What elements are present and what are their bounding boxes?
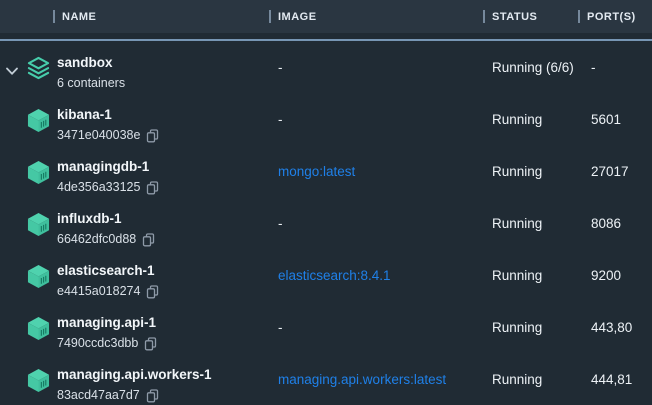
column-divider	[53, 10, 55, 23]
column-header-status: STATUS	[483, 0, 537, 33]
status-cell: Running	[492, 145, 578, 197]
ports-cell: 443,80	[591, 301, 651, 353]
container-cube-icon	[27, 160, 50, 185]
table-row[interactable]: managing.api.workers-1 83acd47aa7d7 mana…	[0, 353, 652, 405]
column-header-ports: PORT(S)	[578, 0, 636, 33]
image-placeholder: -	[278, 60, 283, 75]
image-cell: -	[278, 41, 478, 93]
ports-cell: 444,81	[591, 353, 651, 405]
image-link[interactable]: elasticsearch:8.4.1	[278, 268, 391, 283]
status-cell: Running	[492, 197, 578, 249]
image-cell: elasticsearch:8.4.1	[278, 249, 478, 301]
row-name-block: kibana-1 3471e040038e	[57, 106, 159, 144]
container-cube-icon	[27, 264, 50, 289]
status-cell: Running (6/6)	[492, 41, 578, 93]
column-divider	[483, 10, 485, 23]
table-row[interactable]: influxdb-1 66462dfc0d88 - Running 8086	[0, 197, 652, 249]
container-name: influxdb-1	[57, 210, 155, 228]
compose-stack-icon	[27, 56, 50, 81]
container-name: managingdb-1	[57, 158, 159, 176]
status-cell: Running	[492, 353, 578, 405]
table-row[interactable]: kibana-1 3471e040038e - Running 5601	[0, 93, 652, 145]
image-link[interactable]: managing.api.workers:latest	[278, 372, 446, 387]
image-link[interactable]: mongo:latest	[278, 164, 355, 179]
row-name-block: managing.api-1 7490ccdc3dbb	[57, 314, 157, 352]
column-divider	[578, 10, 580, 23]
ports-cell: 9200	[591, 249, 651, 301]
row-name-block: sandbox 6 containers	[57, 54, 125, 92]
containers-table: NAME IMAGE STATUS PORT(S)	[0, 0, 652, 405]
table-body: sandbox 6 containers - Running (6/6) - k…	[0, 41, 652, 405]
container-id: 83acd47aa7d7	[57, 387, 140, 404]
container-id: 7490ccdc3dbb	[57, 335, 138, 352]
image-cell: -	[278, 197, 478, 249]
column-header-image-label: IMAGE	[278, 11, 317, 23]
status-cell: Running	[492, 249, 578, 301]
container-cube-icon	[27, 212, 50, 237]
copy-icon[interactable]	[146, 129, 159, 143]
container-cube-icon	[27, 368, 50, 393]
row-name-block: managing.api.workers-1 83acd47aa7d7	[57, 366, 212, 404]
container-id: 4de356a33125	[57, 179, 140, 196]
column-header-name: NAME	[53, 0, 96, 33]
container-name: managing.api.workers-1	[57, 366, 212, 384]
row-name-block: influxdb-1 66462dfc0d88	[57, 210, 155, 248]
column-header-name-label: NAME	[62, 11, 96, 23]
container-id: e4415a018274	[57, 283, 140, 300]
column-header-status-label: STATUS	[492, 11, 537, 23]
container-group-name: sandbox	[57, 54, 125, 72]
table-row[interactable]: managingdb-1 4de356a33125 mongo:latest R…	[0, 145, 652, 197]
copy-icon[interactable]	[146, 389, 159, 403]
column-divider	[269, 10, 271, 23]
image-cell: -	[278, 301, 478, 353]
container-id: 66462dfc0d88	[57, 231, 136, 248]
status-cell: Running	[492, 93, 578, 145]
copy-icon[interactable]	[146, 181, 159, 195]
table-header-band: NAME IMAGE STATUS PORT(S)	[0, 0, 652, 33]
chevron-down-icon[interactable]	[6, 63, 18, 72]
row-name-block: managingdb-1 4de356a33125	[57, 158, 159, 196]
image-placeholder: -	[278, 216, 283, 231]
image-cell: -	[278, 93, 478, 145]
table-row[interactable]: elasticsearch-1 e4415a018274 elasticsear…	[0, 249, 652, 301]
container-name: kibana-1	[57, 106, 159, 124]
copy-icon[interactable]	[144, 337, 157, 351]
ports-cell: 5601	[591, 93, 651, 145]
image-placeholder: -	[278, 320, 283, 335]
ports-cell: 27017	[591, 145, 651, 197]
container-cube-icon	[27, 316, 50, 341]
copy-icon[interactable]	[146, 285, 159, 299]
container-cube-icon	[27, 108, 50, 133]
container-name: elasticsearch-1	[57, 262, 159, 280]
copy-icon[interactable]	[142, 233, 155, 247]
column-header-ports-label: PORT(S)	[587, 11, 636, 23]
table-header: NAME IMAGE STATUS PORT(S)	[0, 0, 652, 41]
container-id: 3471e040038e	[57, 127, 140, 144]
image-cell: mongo:latest	[278, 145, 478, 197]
row-name-block: elasticsearch-1 e4415a018274	[57, 262, 159, 300]
table-row[interactable]: sandbox 6 containers - Running (6/6) -	[0, 41, 652, 93]
image-cell: managing.api.workers:latest	[278, 353, 478, 405]
container-count: 6 containers	[57, 75, 125, 92]
container-name: managing.api-1	[57, 314, 157, 332]
image-placeholder: -	[278, 112, 283, 127]
table-row[interactable]: managing.api-1 7490ccdc3dbb - Running 44…	[0, 301, 652, 353]
status-cell: Running	[492, 301, 578, 353]
ports-cell: -	[591, 41, 651, 93]
column-header-image: IMAGE	[269, 0, 317, 33]
ports-cell: 8086	[591, 197, 651, 249]
